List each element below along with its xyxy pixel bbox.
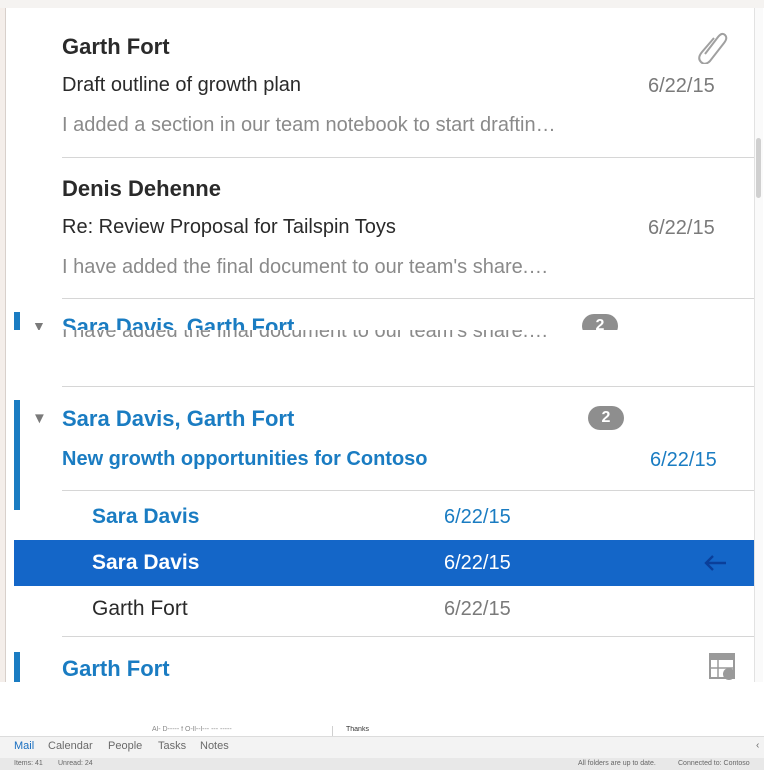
thread-item-date: 6/22/15 — [444, 506, 511, 528]
divider — [62, 636, 754, 637]
nav-tab-notes[interactable]: Notes — [200, 740, 229, 752]
status-connection: Connected to: Contoso — [678, 760, 750, 767]
message-preview-cut: I have added the final document to our t… — [62, 330, 549, 342]
sender-name: Denis Dehenne — [62, 176, 221, 201]
pane-left-edge — [0, 0, 6, 330]
nav-tab-tasks[interactable]: Tasks — [158, 740, 186, 752]
background-divider — [332, 726, 333, 736]
message-preview: I have added the final document to our t… — [62, 256, 549, 278]
status-sync: All folders are up to date. — [578, 760, 656, 767]
thread-item-date: 6/22/15 — [444, 598, 511, 620]
thread-title[interactable]: Sara Davis, Garth Fort — [62, 406, 294, 432]
background-text-left: Al- D----- f O-ll--l--- --- ----- — [152, 726, 232, 733]
message-date: 6/22/15 — [648, 75, 715, 97]
nav-tab-calendar[interactable]: Calendar — [48, 740, 93, 752]
message-preview: I added a section in our team notebook t… — [62, 114, 556, 136]
divider — [62, 386, 754, 387]
nav-tab-mail[interactable]: Mail — [14, 740, 34, 752]
message-item[interactable]: Garth Fort Draft outline of growth plan … — [62, 28, 742, 148]
calendar-icon — [709, 653, 735, 680]
thread-item-selected[interactable]: Sara Davis 6/22/15 — [14, 540, 754, 586]
background-snippet: Al- D----- f O-ll--l--- --- ----- Thanks — [122, 726, 744, 736]
message-date: 6/22/15 — [648, 217, 715, 239]
thread-item[interactable]: Sara Davis 6/22/15 — [14, 494, 754, 540]
divider — [62, 298, 754, 299]
thread-subject: New growth opportunities for Contoso — [62, 448, 428, 470]
reply-arrow-icon — [704, 555, 726, 571]
status-bar: Items: 41 Unread: 24 All folders are up … — [0, 758, 764, 770]
thread-item-sender: Sara Davis — [92, 551, 200, 574]
scrollbar[interactable] — [754, 8, 763, 330]
thread-accent-bar — [14, 312, 20, 330]
status-unread-count: Unread: 24 — [58, 760, 93, 767]
collapse-triangle-icon[interactable]: ▼ — [32, 318, 46, 330]
top-fade — [0, 0, 764, 8]
message-item[interactable]: Denis Dehenne Re: Review Proposal for Ta… — [62, 170, 742, 290]
collapse-triangle-icon[interactable]: ▼ — [32, 410, 47, 427]
thread-accent-bar — [14, 652, 20, 682]
message-list-top: Garth Fort Draft outline of growth plan … — [0, 0, 764, 330]
collapse-chevron-icon[interactable]: ‹ — [756, 740, 759, 751]
message-list-zoom: I have added the final document to our t… — [0, 330, 764, 682]
thread-date: 6/22/15 — [650, 449, 717, 471]
paperclip-icon — [698, 32, 728, 64]
sender-name[interactable]: Garth Fort — [62, 656, 170, 682]
divider — [62, 157, 754, 158]
status-items-count: Items: 41 — [14, 760, 43, 767]
thread-count-badge: 2 — [582, 314, 618, 330]
thread-item-date: 6/22/15 — [444, 552, 511, 574]
scrollbar-thumb[interactable] — [756, 138, 761, 198]
background-text-right: Thanks — [346, 726, 369, 733]
thread-title[interactable]: Sara Davis, Garth Fort — [62, 314, 294, 330]
thread-item-sender: Sara Davis — [92, 505, 200, 528]
message-subject: Re: Review Proposal for Tailspin Toys — [62, 216, 396, 238]
thread-item-sender: Garth Fort — [92, 597, 188, 620]
thread-item[interactable]: Garth Fort 6/22/15 — [14, 586, 754, 632]
divider — [62, 490, 754, 491]
message-subject: Draft outline of growth plan — [62, 74, 302, 96]
thread-count-badge: 2 — [588, 406, 624, 430]
pane-left-edge — [0, 330, 6, 682]
scrollbar[interactable] — [754, 330, 763, 682]
module-nav-bar: Mail Calendar People Tasks Notes ‹ — [0, 736, 764, 759]
sender-name: Garth Fort — [62, 34, 170, 59]
nav-tab-people[interactable]: People — [108, 740, 142, 752]
